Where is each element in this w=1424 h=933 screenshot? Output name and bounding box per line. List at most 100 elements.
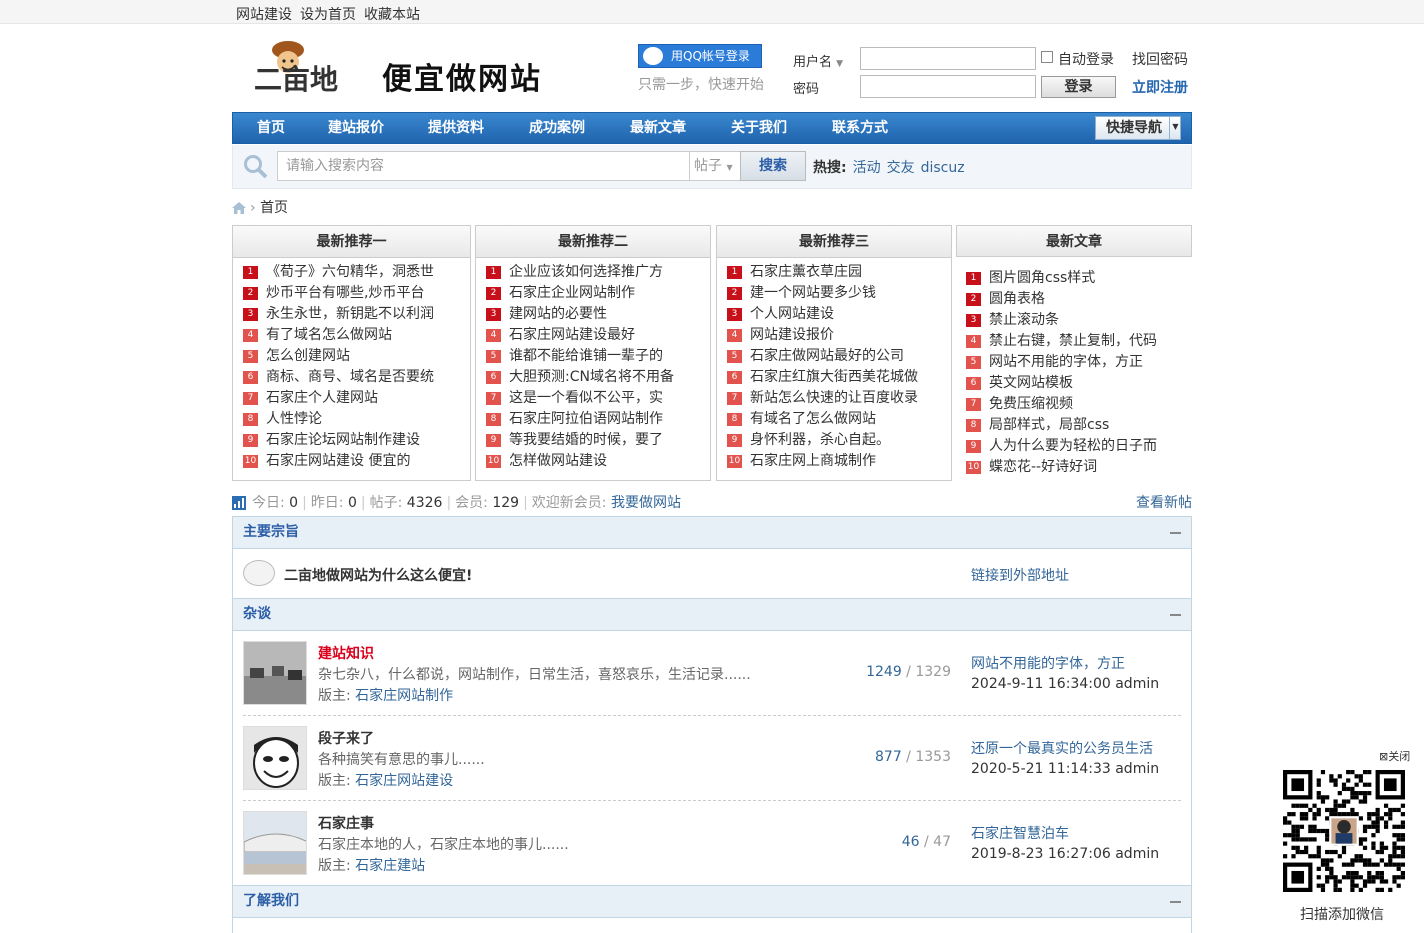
nav-articles[interactable]: 最新文章 bbox=[619, 113, 697, 143]
collapse-icon[interactable] bbox=[1170, 901, 1181, 903]
list-item-title[interactable]: 石家庄红旗大街西美花城做 bbox=[750, 369, 918, 385]
home-icon[interactable] bbox=[232, 202, 246, 214]
list-item-title[interactable]: 圆角表格 bbox=[989, 291, 1045, 307]
list-item-title[interactable]: 禁止右键，禁止复制，代码 bbox=[989, 333, 1157, 349]
username-input[interactable] bbox=[860, 47, 1036, 70]
forum-title[interactable]: 建站知识 bbox=[318, 643, 374, 663]
list-item-title[interactable]: 免费压缩视频 bbox=[989, 396, 1073, 412]
list-item[interactable]: 8 人性悖论 bbox=[243, 409, 470, 430]
nav-contact[interactable]: 联系方式 bbox=[821, 113, 899, 143]
list-item-title[interactable]: 石家庄薰衣草庄园 bbox=[750, 264, 862, 280]
list-item[interactable]: 5 石家庄做网站最好的公司 bbox=[727, 346, 951, 367]
list-item-title[interactable]: 石家庄企业网站制作 bbox=[509, 285, 635, 301]
list-item-title[interactable]: 怎样做网站建设 bbox=[509, 453, 607, 469]
list-item[interactable]: 3 建网站的必要性 bbox=[486, 304, 710, 325]
list-item-title[interactable]: 怎么创建网站 bbox=[266, 348, 350, 364]
password-input[interactable] bbox=[860, 75, 1036, 98]
list-item[interactable]: 4 有了域名怎么做网站 bbox=[243, 325, 470, 346]
list-item[interactable]: 5 怎么创建网站 bbox=[243, 346, 470, 367]
list-item-title[interactable]: 建一个网站要多少钱 bbox=[750, 285, 876, 301]
section-header-about[interactable]: 了解我们 bbox=[232, 885, 1192, 918]
forum-thumbnail-station[interactable] bbox=[243, 811, 307, 875]
list-item-title[interactable]: 石家庄网站建设最好 bbox=[509, 327, 635, 343]
top-link-site[interactable]: 网站建设 bbox=[236, 7, 292, 23]
list-item-title[interactable]: 石家庄网站建设 便宜的 bbox=[266, 453, 410, 469]
list-item[interactable]: 4 石家庄网站建设最好 bbox=[486, 325, 710, 346]
list-item[interactable]: 3 个人网站建设 bbox=[727, 304, 951, 325]
list-item[interactable]: 2 建一个网站要多少钱 bbox=[727, 283, 951, 304]
top-link-homepage[interactable]: 设为首页 bbox=[300, 7, 356, 23]
list-item-title[interactable]: 石家庄阿拉伯语网站制作 bbox=[509, 411, 663, 427]
list-item[interactable]: 1 企业应该如何选择推广方 bbox=[486, 262, 710, 283]
list-item-title[interactable]: 图片圆角css样式 bbox=[989, 270, 1095, 286]
auto-login-checkbox[interactable] bbox=[1041, 51, 1053, 63]
list-item[interactable]: 10 石家庄网站建设 便宜的 bbox=[243, 451, 470, 472]
qr-close-button[interactable]: ⊠关闭 bbox=[1379, 748, 1410, 764]
list-item-title[interactable]: 有域名了怎么做网站 bbox=[750, 411, 876, 427]
list-item[interactable]: 8 石家庄阿拉伯语网站制作 bbox=[486, 409, 710, 430]
list-item-title[interactable]: 商标、商号、域名是否要统 bbox=[266, 369, 434, 385]
search-type-select[interactable]: 帖子 ▼ bbox=[689, 151, 741, 181]
external-link[interactable]: 链接到外部地址 bbox=[971, 565, 1069, 585]
list-item-title[interactable]: 建网站的必要性 bbox=[509, 306, 607, 322]
list-item[interactable]: 5 网站不用能的字体，方正 bbox=[966, 352, 1192, 373]
list-item-title[interactable]: 石家庄做网站最好的公司 bbox=[750, 348, 904, 364]
list-item[interactable]: 6 大胆预测:CN域名将不用备 bbox=[486, 367, 710, 388]
list-item-title[interactable]: 石家庄论坛网站制作建设 bbox=[266, 432, 420, 448]
qq-login-button[interactable]: 用QQ帐号登录 bbox=[638, 44, 762, 68]
list-item[interactable]: 10 蝶恋花--好诗好词 bbox=[966, 457, 1192, 478]
nav-materials[interactable]: 提供资料 bbox=[417, 113, 495, 143]
quick-nav-button[interactable]: 快捷导航 ▼ bbox=[1095, 116, 1181, 140]
forum-title[interactable]: 石家庄事 bbox=[318, 813, 374, 833]
list-item[interactable]: 1 《荀子》六句精华，洞悉世 bbox=[243, 262, 470, 283]
list-item-title[interactable]: 网站建设报价 bbox=[750, 327, 834, 343]
list-item[interactable]: 6 商标、商号、域名是否要统 bbox=[243, 367, 470, 388]
nav-pricing[interactable]: 建站报价 bbox=[317, 113, 395, 143]
breadcrumb-home[interactable]: 首页 bbox=[260, 200, 288, 216]
list-item-title[interactable]: 个人网站建设 bbox=[750, 306, 834, 322]
forum-thumbnail-face[interactable] bbox=[243, 726, 307, 790]
list-item[interactable]: 8 局部样式，局部css bbox=[966, 415, 1192, 436]
nav-cases[interactable]: 成功案例 bbox=[518, 113, 596, 143]
list-item[interactable]: 9 身怀利器，杀心自起。 bbox=[727, 430, 951, 451]
list-item-title[interactable]: 企业应该如何选择推广方 bbox=[509, 264, 663, 280]
list-item[interactable]: 7 免费压缩视频 bbox=[966, 394, 1192, 415]
list-item-title[interactable]: 石家庄个人建网站 bbox=[266, 390, 378, 406]
list-item-title[interactable]: 人为什么要为轻松的日子而 bbox=[989, 438, 1157, 454]
list-item-title[interactable]: 身怀利器，杀心自起。 bbox=[750, 432, 890, 448]
list-item-title[interactable]: 这是一个看似不公平，实 bbox=[509, 390, 663, 406]
list-item[interactable]: 6 英文网站模板 bbox=[966, 373, 1192, 394]
list-item[interactable]: 5 谁都不能给谁铺一辈子的 bbox=[486, 346, 710, 367]
list-item[interactable]: 4 网站建设报价 bbox=[727, 325, 951, 346]
forum-title[interactable]: 段子来了 bbox=[318, 728, 374, 748]
new-member-link[interactable]: 我要做网站 bbox=[611, 495, 681, 511]
list-item-title[interactable]: 局部样式，局部css bbox=[989, 417, 1109, 433]
list-item-title[interactable]: 网站不用能的字体，方正 bbox=[989, 354, 1143, 370]
list-item-title[interactable]: 有了域名怎么做网站 bbox=[266, 327, 392, 343]
nav-home[interactable]: 首页 bbox=[243, 113, 299, 143]
list-item[interactable]: 6 石家庄红旗大街西美花城做 bbox=[727, 367, 951, 388]
list-item-title[interactable]: 炒币平台有哪些,炒币平台 bbox=[266, 285, 424, 301]
list-item-title[interactable]: 蝶恋花--好诗好词 bbox=[989, 459, 1097, 475]
list-item[interactable]: 2 炒币平台有哪些,炒币平台 bbox=[243, 283, 470, 304]
list-item[interactable]: 3 永生永世，新钥匙不以利润 bbox=[243, 304, 470, 325]
list-item-title[interactable]: 石家庄网上商城制作 bbox=[750, 453, 876, 469]
list-item-title[interactable]: 《荀子》六句精华，洞悉世 bbox=[266, 264, 434, 280]
hot-term[interactable]: 活动 bbox=[853, 160, 881, 176]
collapse-icon[interactable] bbox=[1170, 614, 1181, 616]
list-item[interactable]: 9 等我要结婚的时候，要了 bbox=[486, 430, 710, 451]
nav-about[interactable]: 关于我们 bbox=[720, 113, 798, 143]
view-new-posts-link[interactable]: 查看新帖 bbox=[1136, 492, 1192, 512]
list-item-title[interactable]: 人性悖论 bbox=[266, 411, 322, 427]
list-item[interactable]: 7 新站怎么快速的让百度收录 bbox=[727, 388, 951, 409]
list-item[interactable]: 2 石家庄企业网站制作 bbox=[486, 283, 710, 304]
list-item[interactable]: 8 有域名了怎么做网站 bbox=[727, 409, 951, 430]
login-button[interactable]: 登录 bbox=[1041, 76, 1116, 98]
list-item[interactable]: 10 怎样做网站建设 bbox=[486, 451, 710, 472]
hot-term[interactable]: 交友 bbox=[887, 160, 915, 176]
register-link[interactable]: 立即注册 bbox=[1132, 77, 1188, 97]
collapse-icon[interactable] bbox=[1170, 532, 1181, 534]
list-item-title[interactable]: 新站怎么快速的让百度收录 bbox=[750, 390, 918, 406]
list-item[interactable]: 1 图片圆角css样式 bbox=[966, 268, 1192, 289]
list-item[interactable]: 4 禁止右键，禁止复制，代码 bbox=[966, 331, 1192, 352]
